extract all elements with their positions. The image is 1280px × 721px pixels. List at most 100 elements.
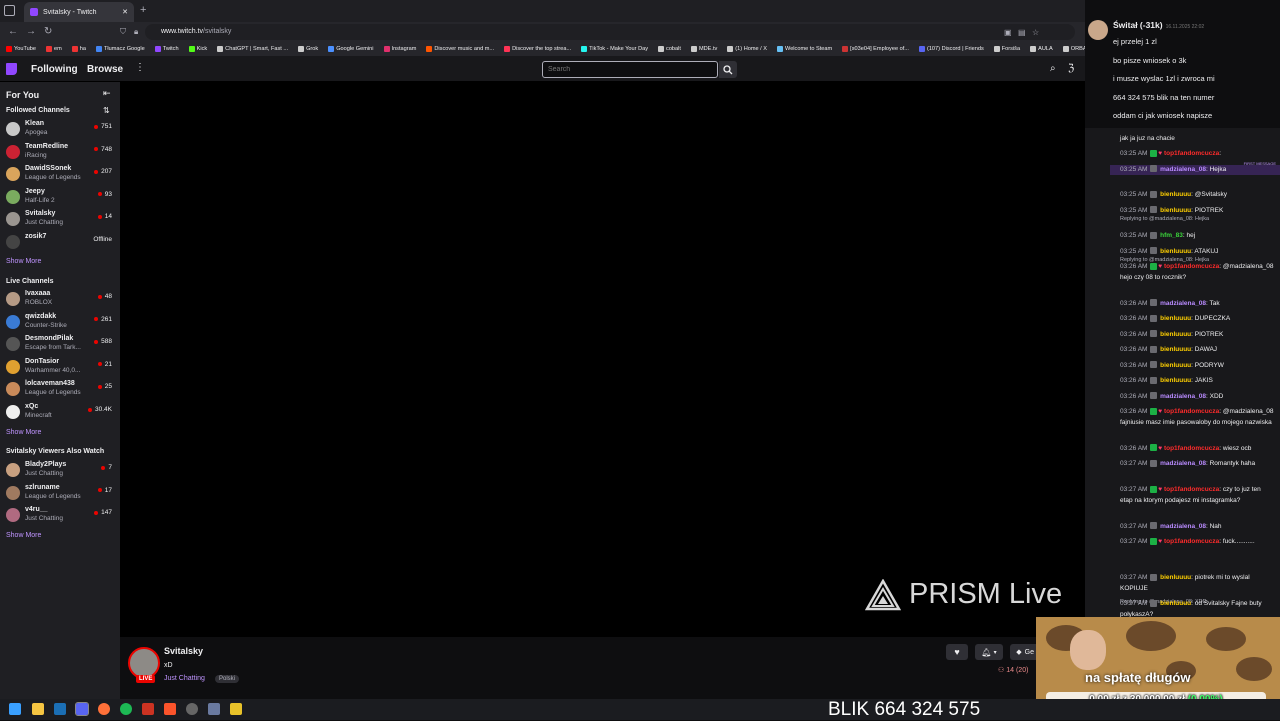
follow-button[interactable]: ♥ [946, 644, 968, 660]
chat-message[interactable]: 03:26 AM bienluuuu: PIOTREK [1120, 330, 1274, 341]
bookmark-item[interactable]: TikTok - Make Your Day [581, 46, 648, 52]
prime-crown-icon[interactable]: ⌕ [1050, 63, 1056, 74]
sidebar-channel[interactable]: Ivaxaaa ROBLOX 48 [0, 289, 120, 311]
chat-message[interactable]: 03:25 AM madzialena_08: Hejka FIRST MESSA… [1110, 161, 1280, 175]
firefox-icon[interactable] [98, 703, 110, 715]
sort-icon[interactable]: ⇅ [103, 106, 110, 115]
chat-username[interactable]: madzialena_08 [1160, 393, 1206, 400]
bookmark-item[interactable]: Discover the top strea... [504, 46, 571, 52]
bookmark-item[interactable]: Kick [188, 46, 207, 52]
chat-message[interactable]: 03:27 AM bienluuuu: piotrek mi to wyslal… [1120, 573, 1274, 594]
stream-tag[interactable]: Polski [215, 675, 240, 683]
chat-username[interactable]: bienluuuu [1160, 574, 1191, 581]
chat-username[interactable]: top1fandomcucza [1164, 263, 1219, 270]
chat-username[interactable]: bienluuuu [1160, 331, 1191, 338]
obs-icon[interactable] [186, 703, 198, 715]
chat-message[interactable]: 03:25 AM bienluuuu: PIOTREK [1120, 206, 1274, 217]
chat-username[interactable]: madzialena_08 [1160, 523, 1206, 530]
extension-icon[interactable]: ℨ [1068, 63, 1074, 74]
chat-username[interactable]: top1fandomcucza [1164, 538, 1219, 545]
bookmark-item[interactable]: Instagram [383, 46, 416, 52]
notifications-button[interactable]: 🔔︎ ▾ [975, 644, 1003, 660]
sidebar-channel[interactable]: xQc Minecraft 30.4K [0, 402, 120, 424]
bookmark-item[interactable]: cobalt [658, 46, 681, 52]
chat-username[interactable]: bienluuuu [1160, 315, 1191, 322]
sidebar-channel[interactable]: Klean Apogea 751 [0, 119, 120, 141]
browser-tab[interactable]: Svitalsky - Twitch ✕ [24, 2, 134, 22]
bookmark-item[interactable]: AULA [1030, 46, 1053, 52]
gift-sub-button[interactable]: ◆ Ge [1010, 644, 1036, 660]
back-icon[interactable]: ← [8, 26, 18, 37]
chat-message[interactable]: 03:26 AM ♥ top1fandomcucza: @madzialena_… [1120, 262, 1274, 283]
bookmark-item[interactable]: [s03e04] Employee of... [842, 46, 909, 52]
sidebar-channel[interactable]: TeamRedline iRacing 748 [0, 142, 120, 164]
chat-message[interactable]: 03:26 AM bienluuuu: DAWAJ [1120, 345, 1274, 356]
pip-icon[interactable]: ▤ [1018, 28, 1026, 37]
chat-username[interactable]: bienluuuu [1160, 600, 1191, 607]
chat-username[interactable]: bienluuuu [1160, 362, 1191, 369]
chat-username[interactable]: top1fandomcucza [1164, 445, 1219, 452]
sidebar-channel[interactable]: zosik7 Offline [0, 232, 120, 254]
show-more-live[interactable]: Show More [6, 429, 41, 436]
sidebar-channel[interactable]: szlruname League of Legends 17 [0, 483, 120, 505]
chat-message[interactable]: 03:27 AM madzialena_08: Nah [1120, 522, 1274, 533]
chat-username[interactable]: bienluuuu [1160, 207, 1191, 214]
chat-message[interactable]: 03:26 AM madzialena_08: XDD [1120, 392, 1274, 403]
chat-username[interactable]: madzialena_08 [1160, 460, 1206, 467]
url-field[interactable]: www.twitch.tv/svitalsky [145, 24, 1075, 40]
app-icon[interactable] [142, 703, 154, 715]
bookmark-item[interactable]: Forsiša [993, 46, 1020, 52]
chat-username[interactable]: bienluuuu [1160, 191, 1191, 198]
video-player[interactable] [120, 82, 1085, 637]
chat-message[interactable]: 03:27 AM madzialena_08: Romantyk haha [1120, 459, 1274, 470]
channel-name[interactable]: Svitalsky [164, 646, 203, 656]
bookmark-item[interactable]: MDE.tv [690, 46, 717, 52]
chat-username[interactable]: madzialena_08 [1160, 300, 1206, 307]
bookmark-item[interactable]: ha [71, 46, 86, 52]
following-link[interactable]: Following [31, 64, 78, 75]
sidebar-channel[interactable]: Jeepy Half-Life 2 93 [0, 187, 120, 209]
chat-message[interactable]: 03:26 AM ♥ top1fandomcucza: wiesz ocb [1120, 444, 1274, 455]
search-input[interactable] [542, 61, 718, 78]
chat-username[interactable]: madzialena_08 [1160, 166, 1206, 173]
chat-username[interactable]: bienluuuu [1160, 346, 1191, 353]
lock-icon[interactable]: 🔒︎ [134, 27, 138, 37]
chat-message[interactable]: 03:26 AM ♥ top1fandomcucza: @madzialena_… [1120, 407, 1274, 428]
sidebar-channel[interactable]: v4ru__ Just Chatting 147 [0, 505, 120, 527]
sidebar-channel[interactable]: DesmondPilak Escape from Tark... 588 [0, 334, 120, 356]
screenshot-icon[interactable]: ▣ [1004, 28, 1012, 37]
bookmark-item[interactable]: Google Gemini [328, 46, 374, 52]
chat-username[interactable]: bienluuuu [1160, 248, 1191, 255]
bookmark-item[interactable]: em [45, 46, 62, 52]
bookmark-item[interactable]: ChatGPT | Smart, Fast ... [217, 46, 288, 52]
browse-link[interactable]: Browse [87, 64, 123, 75]
discord-icon[interactable] [75, 702, 89, 716]
editor-icon[interactable] [230, 703, 242, 715]
bookmark-item[interactable]: (1) Home / X [727, 46, 767, 52]
sidebar-channel[interactable]: DawidSSonek League of Legends 207 [0, 164, 120, 186]
sidebar-channel[interactable]: Svitalsky Just Chatting 14 [0, 209, 120, 231]
search-button[interactable] [719, 61, 737, 78]
settings-icon[interactable] [208, 703, 220, 715]
show-more-also[interactable]: Show More [6, 532, 41, 539]
chat-message[interactable]: 03:26 AM bienluuuu: JAKIS [1120, 376, 1274, 387]
chat-username[interactable]: bienluuuu [1160, 377, 1191, 384]
sidebar-channel[interactable]: DonTasior Warhammer 40,0... 21 [0, 357, 120, 379]
new-tab-button[interactable]: + [140, 4, 146, 16]
tab-sidebar-icon[interactable] [4, 5, 15, 16]
chat-message[interactable]: 03:26 AM madzialena_08: Tak [1120, 299, 1274, 310]
bookmark-item[interactable]: Twitch [154, 46, 179, 52]
bookmark-item[interactable]: (107) Discord | Friends [918, 46, 984, 52]
forward-icon[interactable]: → [26, 26, 36, 37]
chat-message[interactable]: 03:25 AM bienluuuu: @Svitalsky [1120, 190, 1274, 201]
chat-message[interactable]: 03:25 AM bienluuuu: ATAKUJ [1120, 247, 1274, 258]
steam-icon[interactable] [54, 703, 66, 715]
sidebar-channel[interactable]: Blady2Plays Just Chatting 7 [0, 460, 120, 482]
bookmark-item[interactable]: Welcome to Steam [777, 46, 832, 52]
spotify-icon[interactable] [120, 703, 132, 715]
file-explorer-icon[interactable] [32, 703, 44, 715]
twitch-logo-icon[interactable] [6, 63, 17, 75]
stream-category[interactable]: Just Chatting [164, 675, 205, 682]
shield-icon[interactable]: ⛉ [120, 27, 126, 37]
bookmark-star-icon[interactable]: ☆ [1032, 28, 1039, 37]
